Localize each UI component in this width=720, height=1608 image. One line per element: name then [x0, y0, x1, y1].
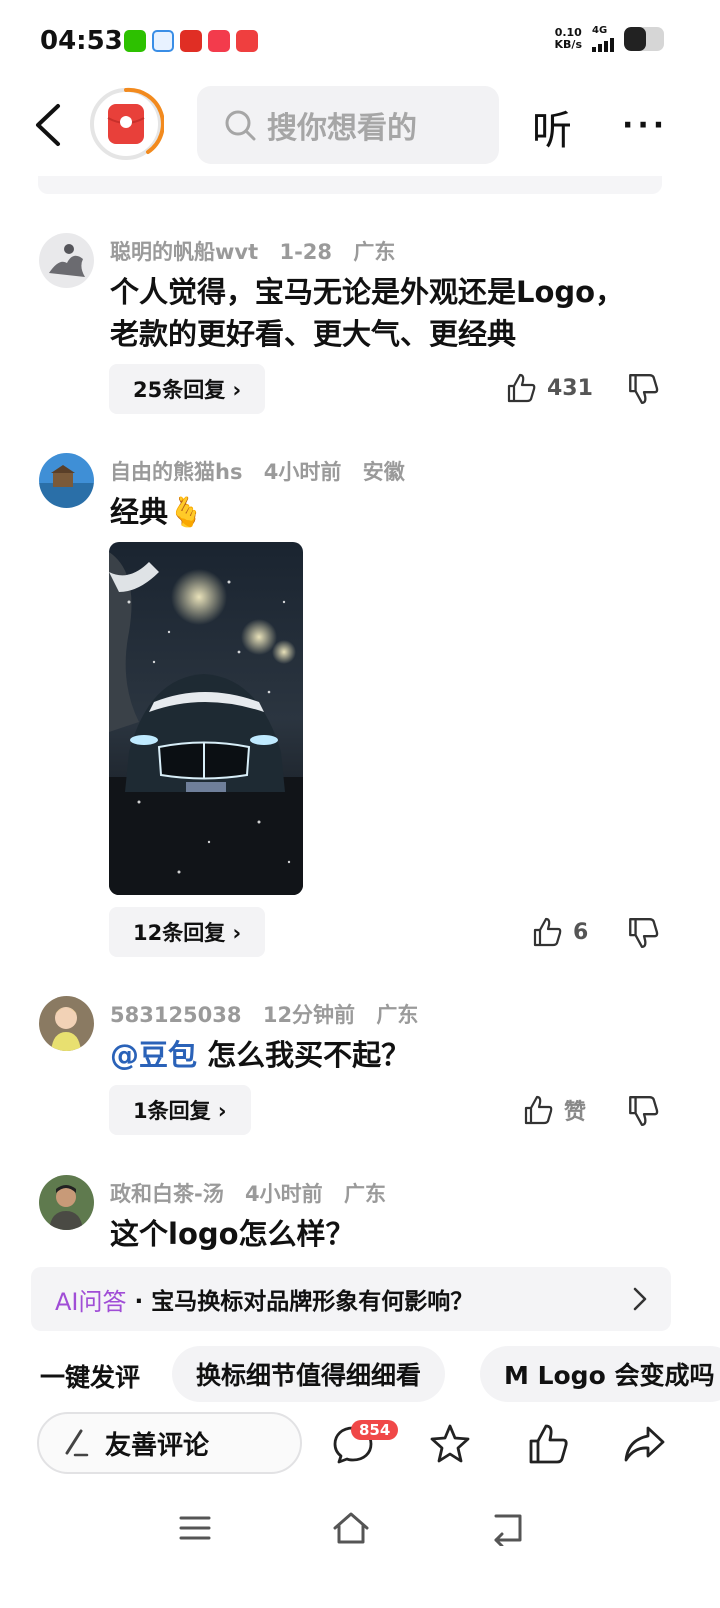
quick-comment-chip[interactable]: M Logo 会变成吗	[480, 1346, 720, 1402]
comment-text[interactable]: 经典🫰	[110, 491, 204, 533]
search-input[interactable]: 搜你想看的	[197, 86, 499, 164]
like-button[interactable]: 431	[505, 372, 593, 404]
comment-time: 1-28	[279, 240, 333, 264]
thumbs-up-icon	[533, 917, 562, 947]
comment-text[interactable]: @豆包 怎么我买不起？	[110, 1034, 410, 1076]
comment-text-content: 经典	[110, 495, 169, 529]
quick-comment-row: 一键发评 换标细节值得细细看 M Logo 会变成吗	[0, 1346, 720, 1402]
comment-time: 12分钟前	[262, 1003, 356, 1027]
wechat-icon	[124, 30, 146, 52]
comment-input[interactable]: 友善评论	[37, 1412, 302, 1474]
search-placeholder: 搜你想看的	[267, 111, 417, 146]
red-envelope-icon	[90, 87, 165, 160]
back-nav-icon[interactable]	[488, 1510, 528, 1546]
battery-icon	[624, 27, 664, 51]
battery-level	[624, 27, 646, 51]
comment-meta: 聪明的帆船wvt 1-28 广东	[110, 236, 409, 266]
ai-label: AI问答	[55, 1287, 127, 1316]
shopping-app-icon	[208, 30, 230, 52]
mention-link[interactable]: @豆包	[110, 1038, 197, 1072]
comment-meta: 政和白茶-汤 4小时前 广东	[110, 1178, 400, 1208]
chevron-right-icon	[633, 1287, 647, 1311]
thumbs-up-icon	[507, 373, 536, 403]
more-options-button[interactable]: ···	[622, 108, 668, 143]
pen-icon	[65, 1429, 89, 1457]
comment-text-line: 个人觉得，宝马无论是外观还是Logo，	[110, 275, 625, 309]
comment-username[interactable]: 583125038	[110, 1003, 242, 1027]
comment-text[interactable]: 这个logo怎么样？	[110, 1213, 355, 1255]
view-replies-button[interactable]: 12条回复 ›	[109, 907, 266, 957]
like-count: 6	[573, 919, 589, 945]
top-bar: 搜你想看的 听 ···	[0, 82, 720, 172]
avatar-image	[39, 996, 94, 1051]
avatar-image	[39, 233, 94, 288]
previous-content-strip	[38, 176, 662, 194]
thumbs-up-icon	[524, 1095, 553, 1125]
comment-count-badge: 854	[351, 1420, 399, 1440]
bottom-action-bar: 友善评论 854	[0, 1410, 720, 1480]
comment-image[interactable]	[109, 542, 303, 895]
comment-text-content: 怎么我买不起？	[207, 1038, 411, 1072]
signal-bars-icon	[592, 36, 614, 52]
comment-location: 安徽	[362, 460, 405, 484]
net-speed: 0.10 KB/s	[555, 27, 582, 51]
avatar-image	[39, 453, 94, 508]
status-time: 04:53	[40, 26, 123, 56]
back-button[interactable]	[30, 102, 70, 148]
user-avatar[interactable]	[39, 233, 94, 288]
comment-time: 4小时前	[263, 460, 342, 484]
thumbs-up-icon[interactable]	[526, 1422, 570, 1466]
like-count: 赞	[564, 1100, 587, 1125]
snowy-car-photo	[109, 542, 303, 895]
network-type: 4G	[592, 25, 608, 36]
ai-question: · 宝马换标对品牌形象有何影响？	[134, 1289, 474, 1315]
comment-meta: 583125038 12分钟前 广东	[110, 999, 432, 1029]
toutiao-icon	[236, 30, 258, 52]
like-button[interactable]: 赞	[522, 1094, 586, 1126]
listen-button[interactable]: 听	[532, 98, 572, 156]
comment-location: 广东	[353, 240, 396, 264]
system-nav-bar	[0, 1500, 720, 1560]
net-speed-unit: KB/s	[554, 38, 582, 51]
thumbs-down-icon[interactable]	[626, 1094, 660, 1128]
search-icon	[225, 110, 256, 141]
cell-signal: 4G	[592, 26, 614, 52]
pinduoduo-icon	[180, 30, 202, 52]
comment-text[interactable]: 个人觉得，宝马无论是外观还是Logo， 老款的更好看、更大气、更经典	[110, 271, 624, 355]
thumbs-down-icon[interactable]	[626, 916, 660, 950]
like-button[interactable]: 6	[531, 916, 588, 948]
view-replies-button[interactable]: 1条回复 ›	[109, 1085, 251, 1135]
comment-username[interactable]: 自由的熊猫hs	[110, 460, 242, 484]
comment-meta: 自由的熊猫hs 4小时前 安徽	[110, 456, 419, 486]
star-icon[interactable]	[428, 1422, 472, 1466]
status-right: 0.10 KB/s 4G	[555, 26, 664, 52]
comment-input-label: 友善评论	[105, 1430, 210, 1461]
comment-location: 广东	[376, 1003, 419, 1027]
channel-avatar-button[interactable]	[88, 86, 165, 162]
thumbs-down-icon[interactable]	[626, 372, 660, 406]
ai-question-bar[interactable]: AI问答 · 宝马换标对品牌形象有何影响？	[31, 1267, 671, 1331]
quick-comment-chip[interactable]: 换标细节值得细细看	[172, 1346, 446, 1402]
like-count: 431	[547, 375, 593, 401]
notification-icons	[124, 30, 258, 52]
quick-comment-title: 一键发评	[40, 1363, 141, 1392]
user-avatar[interactable]	[39, 453, 94, 508]
app-notification-icon	[152, 30, 174, 52]
comment-username[interactable]: 聪明的帆船wvt	[110, 240, 258, 264]
avatar-image	[39, 1175, 94, 1230]
view-replies-button[interactable]: 25条回复 ›	[109, 364, 266, 414]
comment-username[interactable]: 政和白茶-汤	[110, 1182, 224, 1206]
comment-location: 广东	[343, 1182, 386, 1206]
comment-text-line: 老款的更好看、更大气、更经典	[110, 317, 517, 351]
menu-icon[interactable]	[175, 1510, 215, 1546]
user-avatar[interactable]	[39, 1175, 94, 1230]
user-avatar[interactable]	[39, 996, 94, 1051]
home-icon[interactable]	[331, 1510, 371, 1546]
status-bar: 04:53 0.10 KB/s 4G	[0, 0, 720, 80]
comment-time: 4小时前	[245, 1182, 323, 1206]
finger-heart-emoji: 🫰	[168, 495, 205, 529]
chevron-left-icon	[36, 104, 60, 146]
share-icon[interactable]	[622, 1422, 666, 1466]
